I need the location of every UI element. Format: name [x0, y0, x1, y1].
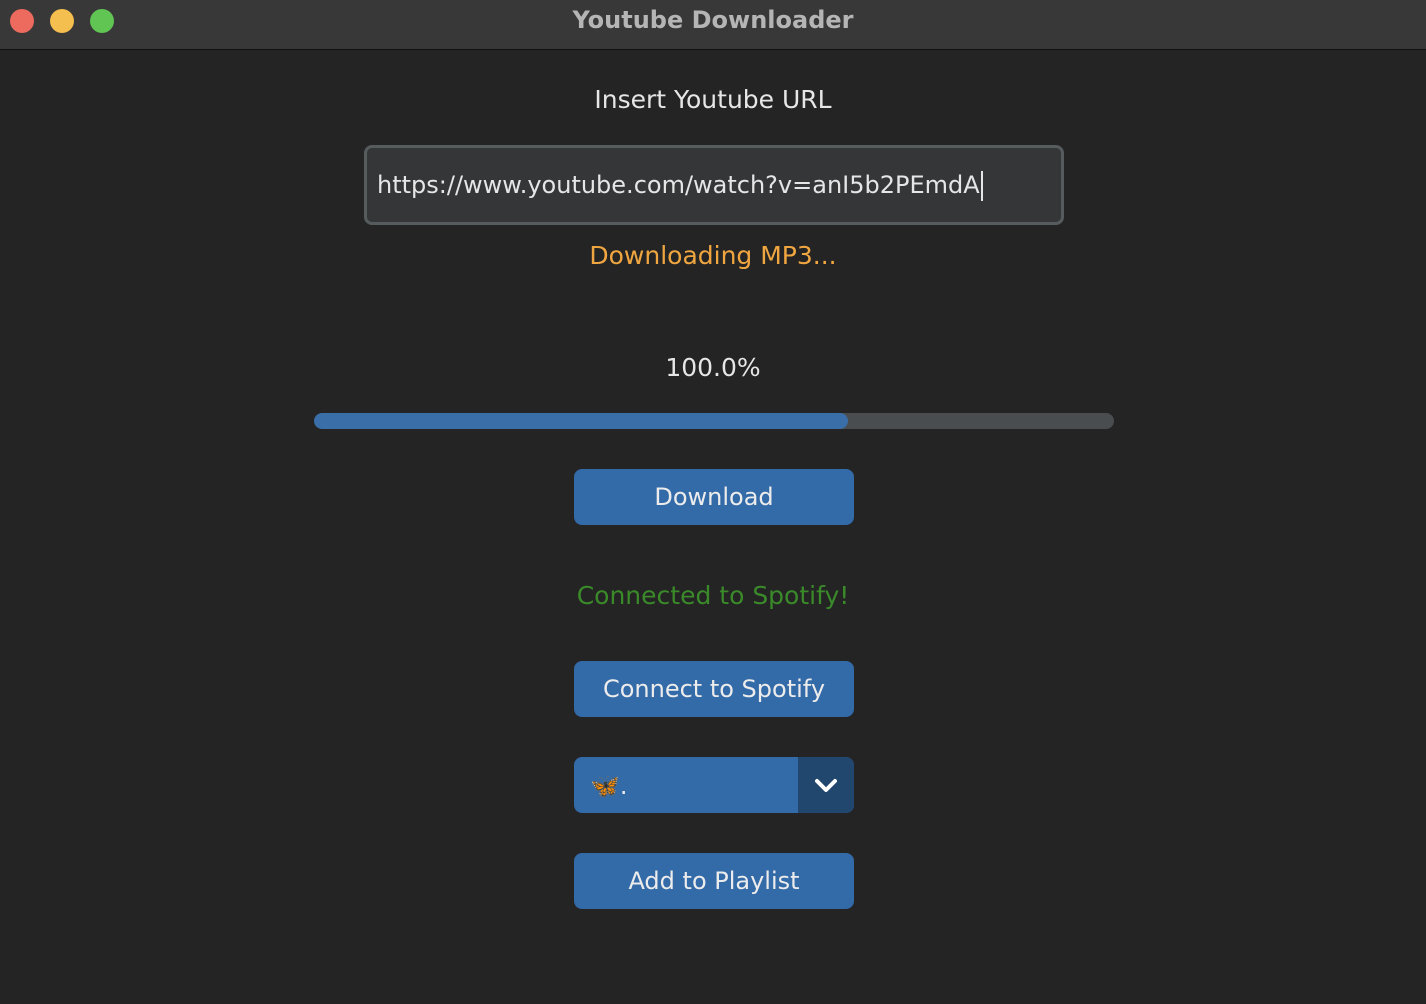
url-input-value: https://www.youtube.com/watch?v=anI5b2PE… — [377, 171, 980, 199]
url-label: Insert Youtube URL — [594, 85, 832, 114]
progress-bar — [314, 413, 1114, 429]
playlist-select-value: 🦋. — [590, 772, 628, 800]
playlist-select[interactable]: 🦋. — [574, 757, 854, 813]
chevron-down-icon — [815, 779, 837, 792]
connect-spotify-button[interactable]: Connect to Spotify — [574, 661, 854, 717]
download-button[interactable]: Download — [574, 469, 854, 525]
app-window: Youtube Downloader Insert Youtube URL ht… — [0, 0, 1426, 1004]
progress-bar-fill — [314, 413, 849, 429]
window-title: Youtube Downloader — [572, 6, 854, 34]
spotify-status-text: Connected to Spotify! — [576, 581, 850, 610]
progress-percent-label: 100.0% — [665, 353, 761, 382]
url-input[interactable]: https://www.youtube.com/watch?v=anI5b2PE… — [364, 145, 1064, 225]
playlist-dropdown-button[interactable] — [798, 757, 854, 813]
add-to-playlist-button[interactable]: Add to Playlist — [574, 853, 854, 909]
title-bar: Youtube Downloader — [0, 0, 1426, 50]
download-status-text: Downloading MP3... — [589, 241, 837, 270]
text-caret — [980, 171, 983, 201]
